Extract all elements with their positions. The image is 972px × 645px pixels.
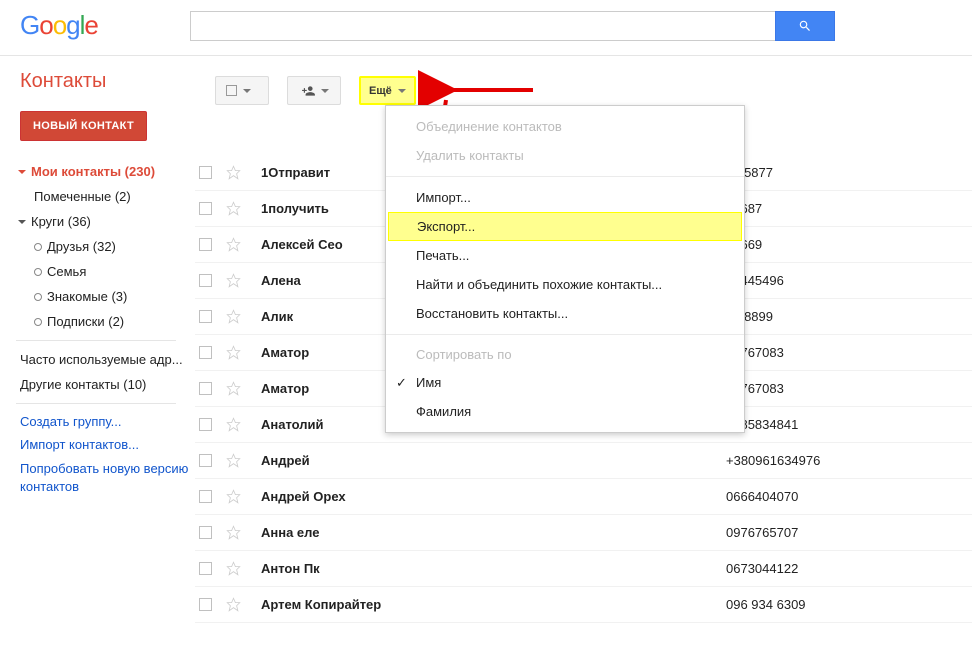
nav-circle-item[interactable]: Подписки (2)	[34, 309, 195, 334]
add-person-button[interactable]	[287, 76, 341, 105]
contact-phone: 0976765707	[726, 525, 798, 540]
row-checkbox[interactable]	[199, 490, 212, 503]
dd-merge: Объединение контактов	[386, 112, 744, 141]
circle-icon	[34, 293, 42, 301]
star-icon[interactable]	[226, 525, 241, 540]
row-checkbox[interactable]	[199, 454, 212, 467]
divider	[16, 340, 176, 341]
nav-try-new[interactable]: Попробовать новую версию контактов	[20, 456, 195, 500]
contact-name: Андрей	[261, 453, 726, 468]
contact-phone: 096 934 6309	[726, 597, 806, 612]
dd-print[interactable]: Печать...	[386, 241, 744, 270]
circle-icon	[34, 318, 42, 326]
new-contact-button[interactable]: НОВЫЙ КОНТАКТ	[20, 111, 147, 141]
contact-row[interactable]: Андрей+380961634976	[195, 443, 972, 479]
nav-circle-item[interactable]: Друзья (32)	[34, 234, 195, 259]
nav-frequent[interactable]: Часто используемые адр...	[20, 347, 195, 372]
dd-sort-label: Сортировать по	[386, 341, 744, 368]
dd-restore[interactable]: Восстановить контакты...	[386, 299, 744, 328]
divider	[386, 334, 744, 335]
caret-down-icon	[243, 89, 251, 93]
star-icon[interactable]	[226, 453, 241, 468]
header: Google	[0, 0, 972, 56]
row-checkbox[interactable]	[199, 526, 212, 539]
circle-icon	[34, 268, 42, 276]
select-all-button[interactable]	[215, 76, 269, 105]
star-icon[interactable]	[226, 165, 241, 180]
nav-other[interactable]: Другие контакты (10)	[20, 372, 195, 397]
contact-row[interactable]: Артем Копирайтер096 934 6309	[195, 587, 972, 623]
dd-find-merge[interactable]: Найти и объединить похожие контакты...	[386, 270, 744, 299]
nav: Мои контакты (230) Помеченные (2) Круги …	[20, 159, 195, 500]
nav-circle-item[interactable]: Знакомые (3)	[34, 284, 195, 309]
row-checkbox[interactable]	[199, 418, 212, 431]
caret-down-icon	[398, 89, 406, 93]
divider	[16, 403, 176, 404]
contact-row[interactable]: Анна еле0976765707	[195, 515, 972, 551]
checkbox-icon	[226, 85, 237, 96]
app-title: Контакты	[0, 56, 972, 111]
nav-circles[interactable]: Круги (36)	[20, 209, 195, 234]
row-checkbox[interactable]	[199, 274, 212, 287]
star-icon[interactable]	[226, 201, 241, 216]
contact-name: Артем Копирайтер	[261, 597, 726, 612]
nav-my-contacts[interactable]: Мои контакты (230)	[20, 159, 195, 184]
contact-row[interactable]: Антон Пк0673044122	[195, 551, 972, 587]
star-icon[interactable]	[226, 417, 241, 432]
search-button[interactable]	[775, 11, 835, 41]
divider	[386, 176, 744, 177]
star-icon[interactable]	[226, 345, 241, 360]
contact-phone: 0673044122	[726, 561, 798, 576]
dd-export[interactable]: Экспорт...	[388, 212, 742, 241]
search-form	[190, 11, 835, 41]
star-icon[interactable]	[226, 309, 241, 324]
toolbar: Ещё	[215, 76, 416, 105]
star-icon[interactable]	[226, 597, 241, 612]
star-icon[interactable]	[226, 237, 241, 252]
contact-row[interactable]: Андрей Орех0666404070	[195, 479, 972, 515]
search-input[interactable]	[190, 11, 775, 41]
star-icon[interactable]	[226, 489, 241, 504]
row-checkbox[interactable]	[199, 562, 212, 575]
dd-import[interactable]: Импорт...	[386, 183, 744, 212]
nav-circle-item[interactable]: Семья	[34, 259, 195, 284]
row-checkbox[interactable]	[199, 202, 212, 215]
google-logo: Google	[20, 10, 98, 41]
row-checkbox[interactable]	[199, 238, 212, 251]
search-icon	[798, 19, 812, 33]
contact-name: Анна еле	[261, 525, 726, 540]
more-label: Ещё	[369, 85, 392, 97]
check-icon: ✓	[396, 375, 407, 391]
sidebar: НОВЫЙ КОНТАКТ Мои контакты (230) Помечен…	[0, 111, 195, 623]
nav-import[interactable]: Импорт контактов...	[20, 433, 195, 456]
add-person-icon	[300, 84, 317, 98]
row-checkbox[interactable]	[199, 382, 212, 395]
star-icon[interactable]	[226, 381, 241, 396]
contact-phone: +380961634976	[726, 453, 820, 468]
dd-last-name[interactable]: Фамилия	[386, 397, 744, 426]
more-button[interactable]: Ещё	[359, 76, 416, 105]
row-checkbox[interactable]	[199, 166, 212, 179]
contact-phone: 0666404070	[726, 489, 798, 504]
star-icon[interactable]	[226, 273, 241, 288]
nav-starred[interactable]: Помеченные (2)	[34, 184, 195, 209]
star-icon[interactable]	[226, 561, 241, 576]
dd-first-name[interactable]: ✓Имя	[386, 368, 744, 397]
row-checkbox[interactable]	[199, 346, 212, 359]
dd-delete: Удалить контакты	[386, 141, 744, 170]
row-checkbox[interactable]	[199, 310, 212, 323]
row-checkbox[interactable]	[199, 598, 212, 611]
contact-name: Антон Пк	[261, 561, 726, 576]
more-dropdown: Объединение контактов Удалить контакты И…	[385, 105, 745, 433]
circle-icon	[34, 243, 42, 251]
nav-create-group[interactable]: Создать группу...	[20, 410, 195, 433]
contact-name: Андрей Орех	[261, 489, 726, 504]
caret-down-icon	[321, 89, 329, 93]
